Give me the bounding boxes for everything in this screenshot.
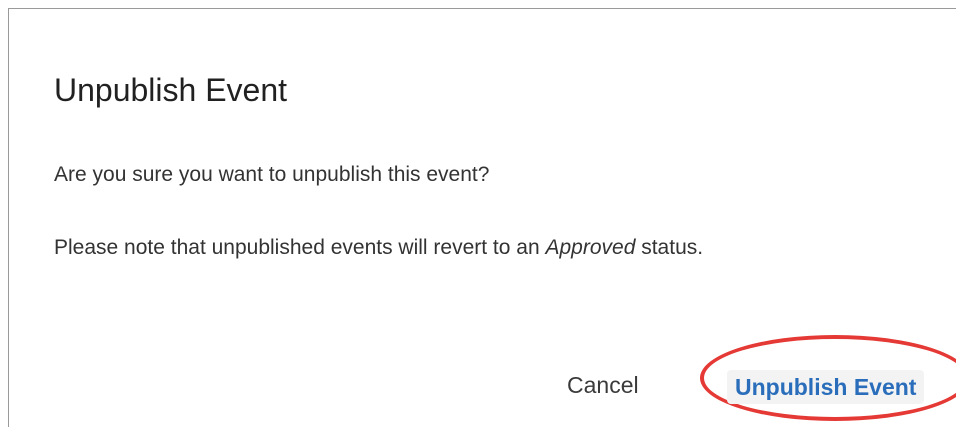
- approved-status-text: Approved: [545, 236, 636, 259]
- status-note-prefix: Please note that unpublished events will…: [54, 236, 546, 259]
- status-note: Please note that unpublished events will…: [54, 234, 703, 262]
- dialog-title: Unpublish Event: [54, 72, 288, 108]
- unpublish-event-dialog: Unpublish Event Are you sure you want to…: [8, 8, 956, 427]
- unpublish-event-button[interactable]: Unpublish Event: [727, 370, 925, 404]
- cancel-button[interactable]: Cancel: [567, 370, 639, 400]
- confirmation-message: Are you sure you want to unpublish this …: [54, 163, 490, 186]
- status-note-suffix: status.: [635, 236, 704, 259]
